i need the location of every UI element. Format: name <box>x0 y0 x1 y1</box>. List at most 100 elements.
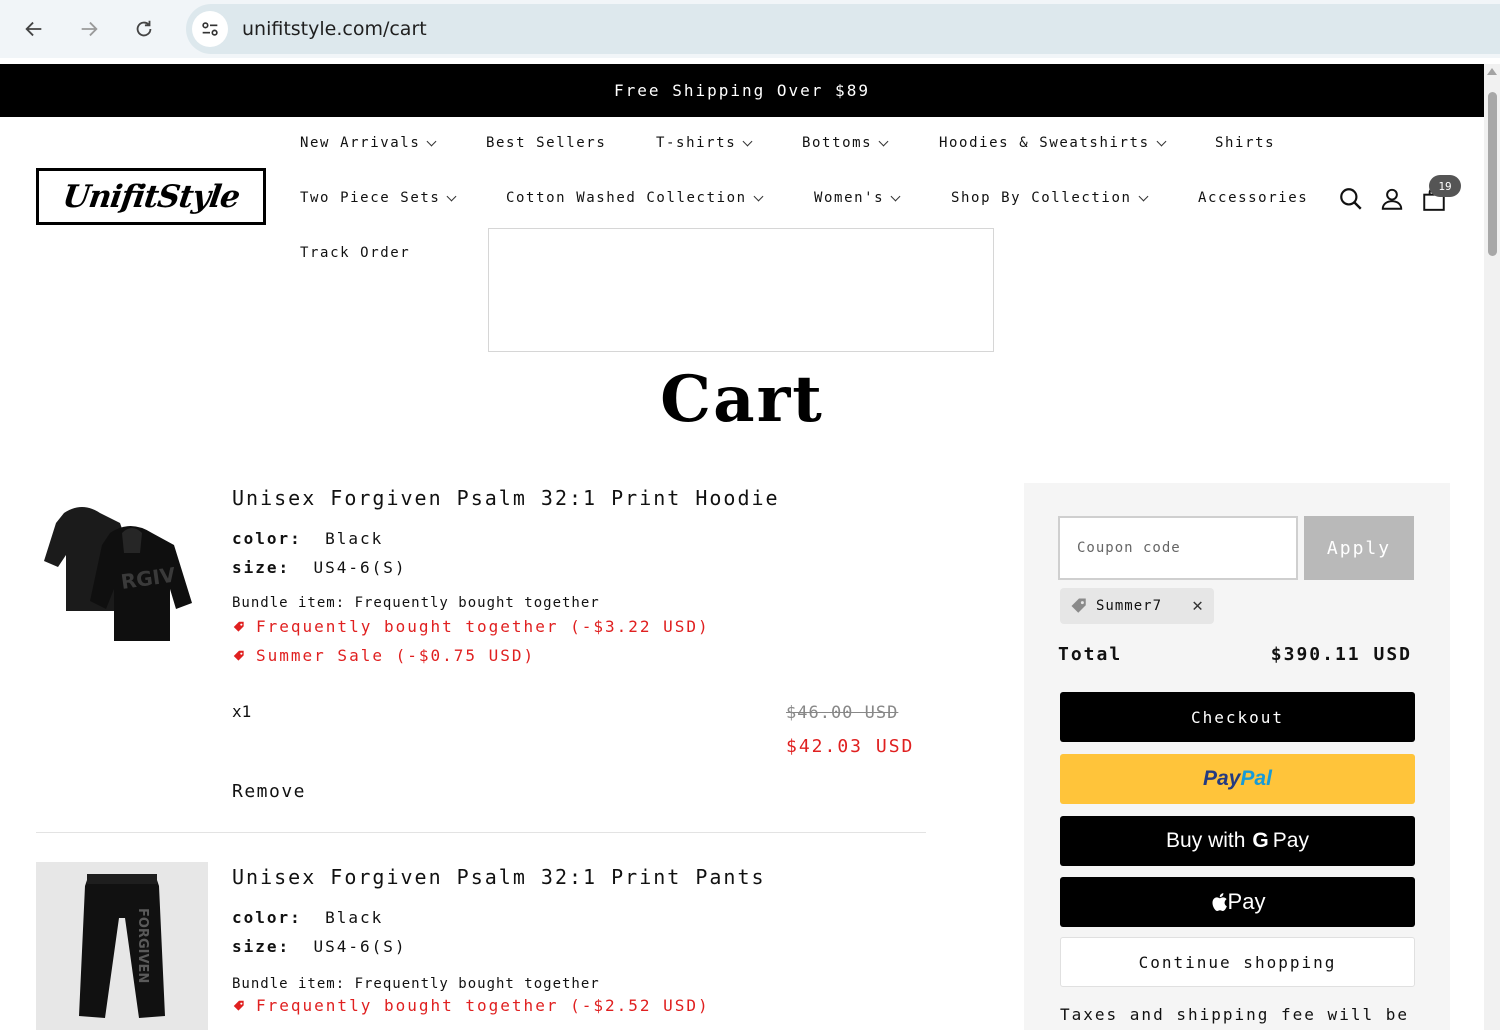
remove-button[interactable]: Remove <box>232 781 306 802</box>
item-color: color: Black <box>232 908 383 927</box>
paypal-logo-part: Pal <box>1240 767 1272 790</box>
svg-text:FORGIVEN: FORGIVEN <box>135 908 150 983</box>
page-title: Cart <box>660 362 824 437</box>
discount-text: Frequently bought together (-$3.22 USD) <box>256 617 710 636</box>
bundle-info: Bundle item: Frequently bought together <box>232 595 600 611</box>
bundle-info: Bundle item: Frequently bought together <box>232 976 600 992</box>
menu-label: Best Sellers <box>486 135 607 151</box>
menu-two-piece-sets[interactable]: Two Piece Sets <box>300 190 457 206</box>
paypal-logo: PayPal <box>1203 767 1272 791</box>
menu-shirts[interactable]: Shirts <box>1215 135 1275 151</box>
item-title[interactable]: Unisex Forgiven Psalm 32:1 Print Hoodie <box>232 486 780 510</box>
tag-icon <box>233 621 244 632</box>
browser-toolbar: unifitstyle.com/cart <box>0 0 1500 58</box>
discount-text: Summer Sale (-$0.75 USD) <box>256 646 536 665</box>
scroll-thumb[interactable] <box>1488 92 1497 256</box>
menu-label: Hoodies & Sweatshirts <box>939 135 1150 151</box>
item-color: color: Black <box>232 529 383 548</box>
menu-new-arrivals[interactable]: New Arrivals <box>300 135 437 151</box>
item-quantity: x1 <box>232 702 252 721</box>
url-text[interactable]: unifitstyle.com/cart <box>242 18 427 40</box>
discount-line: Frequently bought together (-$2.52 USD) <box>232 996 710 1015</box>
arrow-left-icon <box>25 21 42 37</box>
cart-count-badge: 19 <box>1429 175 1461 197</box>
apple-pay-button[interactable]: Pay <box>1060 877 1415 927</box>
menu-track-order[interactable]: Track Order <box>300 245 410 261</box>
chevron-down-icon <box>878 136 889 146</box>
total-value: $390.11 USD <box>1270 644 1412 665</box>
item-size: size: US4-6(S) <box>232 937 407 956</box>
chevron-down-icon <box>1156 136 1167 146</box>
menu-accessories[interactable]: Accessories <box>1198 190 1308 206</box>
chevron-down-icon <box>890 191 901 201</box>
chevron-down-icon <box>446 191 457 201</box>
color-value: Black <box>325 908 384 927</box>
size-value: US4-6(S) <box>313 937 407 956</box>
chevron-down-icon <box>426 136 437 146</box>
site-info-button[interactable] <box>192 11 228 47</box>
gpay-pay-text: Pay <box>1272 829 1309 852</box>
back-button[interactable] <box>18 13 50 45</box>
discount-line: Summer Sale (-$0.75 USD) <box>232 646 535 665</box>
google-g-icon: G <box>1252 829 1269 852</box>
apple-pay-text: Pay <box>1227 889 1266 914</box>
menu-label: Women's <box>814 190 885 206</box>
sale-price: $42.03 USD <box>786 736 915 757</box>
chevron-down-icon <box>742 136 753 146</box>
product-image-pants[interactable]: FORGIVEN <box>36 862 208 1030</box>
menu-label: Two Piece Sets <box>300 190 441 206</box>
address-bar[interactable]: unifitstyle.com/cart <box>186 4 1500 54</box>
tag-icon <box>1071 598 1086 613</box>
pants-image: FORGIVEN <box>79 874 165 1018</box>
tag-icon <box>233 1000 244 1011</box>
discount-line: Frequently bought together (-$3.22 USD) <box>232 617 710 636</box>
item-size: size: US4-6(S) <box>232 558 407 577</box>
menu-label: Track Order <box>300 245 411 261</box>
reload-icon <box>136 20 152 37</box>
paypal-logo-part: Pay <box>1203 767 1241 790</box>
size-label: size: <box>232 937 291 956</box>
tax-note: Taxes and shipping fee will be <box>1060 1005 1409 1024</box>
apply-coupon-button[interactable]: Apply <box>1304 516 1414 580</box>
page-scrollbar[interactable] <box>1484 64 1500 1030</box>
account-button[interactable] <box>1378 185 1406 213</box>
menu-label: New Arrivals <box>300 135 421 151</box>
forward-button[interactable] <box>73 13 105 45</box>
menu-hoodies[interactable]: Hoodies & Sweatshirts <box>939 135 1167 151</box>
item-title[interactable]: Unisex Forgiven Psalm 32:1 Print Pants <box>232 865 766 889</box>
size-label: size: <box>232 558 291 577</box>
continue-shopping-button[interactable]: Continue shopping <box>1060 937 1415 987</box>
total-label: Total <box>1058 644 1123 665</box>
apple-icon <box>1212 893 1227 912</box>
size-value: US4-6(S) <box>313 558 407 577</box>
menu-dropdown-panel <box>488 228 994 352</box>
paypal-button[interactable]: PayPal <box>1060 754 1415 804</box>
google-pay-button[interactable]: Buy with G Pay <box>1060 816 1415 866</box>
menu-label: Shirts <box>1215 135 1276 151</box>
menu-womens[interactable]: Women's <box>814 190 901 206</box>
menu-shop-by-collection[interactable]: Shop By Collection <box>951 190 1148 206</box>
color-label: color: <box>232 908 302 927</box>
scroll-up-icon[interactable] <box>1487 68 1497 75</box>
product-image-hoodie[interactable]: RGIV <box>36 484 208 652</box>
original-price: $46.00 USD <box>786 703 899 723</box>
menu-tshirts[interactable]: T-shirts <box>656 135 753 151</box>
menu-cotton-washed[interactable]: Cotton Washed Collection <box>506 190 764 206</box>
menu-bottoms[interactable]: Bottoms <box>802 135 889 151</box>
tag-icon <box>233 650 244 661</box>
close-icon[interactable]: ✕ <box>1190 596 1206 616</box>
checkout-button[interactable]: Checkout <box>1060 692 1415 742</box>
menu-best-sellers[interactable]: Best Sellers <box>486 135 606 151</box>
menu-label: T-shirts <box>656 135 737 151</box>
arrow-right-icon <box>81 21 98 37</box>
color-label: color: <box>232 529 302 548</box>
menu-label: Accessories <box>1198 190 1309 206</box>
color-value: Black <box>325 529 384 548</box>
coupon-code-text: Summer7 <box>1096 598 1163 614</box>
site-logo[interactable]: UnifitStyle <box>36 168 266 225</box>
reload-button[interactable] <box>128 13 160 45</box>
coupon-code-input[interactable] <box>1058 516 1298 580</box>
chevron-down-icon <box>753 191 764 201</box>
hoodie-image: RGIV <box>44 507 192 641</box>
search-button[interactable] <box>1337 185 1365 213</box>
